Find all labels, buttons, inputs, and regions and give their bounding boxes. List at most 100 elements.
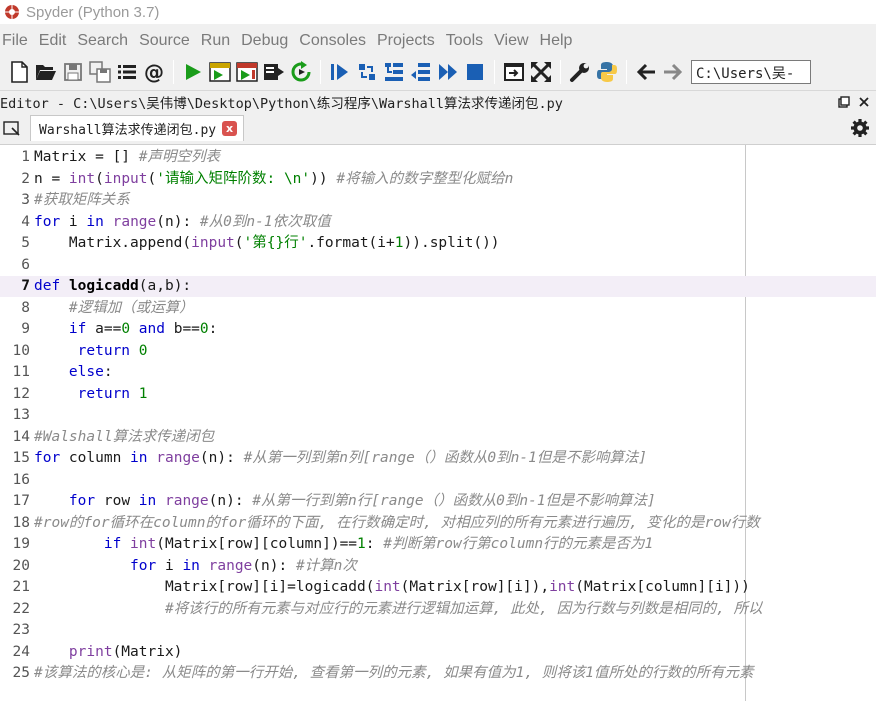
code-line[interactable]: 21 Matrix[row][i]=logicadd(int(Matrix[ro…	[0, 577, 876, 598]
continue-icon[interactable]	[435, 59, 461, 85]
code-line[interactable]: 7 def logicadd(a,b):	[0, 276, 876, 297]
code-line[interactable]: 24 print(Matrix)	[0, 641, 876, 663]
close-tab-icon[interactable]: x	[222, 121, 238, 136]
code-text[interactable]: return 1	[34, 383, 148, 405]
step-into-icon[interactable]	[381, 59, 407, 85]
line-number: 24	[12, 644, 30, 660]
code-text[interactable]: for i in range(n): #计算n次	[34, 555, 357, 577]
code-text[interactable]: for row in range(n): #从第一行到第n行[range（）函数…	[34, 491, 656, 512]
code-line[interactable]: 8 #逻辑加（或运算）	[0, 297, 876, 319]
menu-projects[interactable]: Projects	[375, 32, 441, 50]
undock-icon[interactable]	[838, 95, 850, 108]
editor-tab[interactable]: Warshall算法求传递闭包.py x	[30, 115, 245, 141]
line-number: 16	[12, 472, 30, 488]
step-return-icon[interactable]	[408, 59, 434, 85]
step-icon[interactable]	[354, 59, 380, 85]
code-line[interactable]: 10 return 0	[0, 340, 876, 362]
code-line[interactable]: 17 for row in range(n): #从第一行到第n行[range（…	[0, 491, 876, 512]
title-bar: Spyder (Python 3.7)	[0, 0, 876, 24]
code-text[interactable]: if int(Matrix[row][column])==1: #判断第row行…	[34, 534, 653, 555]
code-text[interactable]: #row的for循环在column的for循环的下面, 在行数确定时, 对相应列…	[34, 512, 760, 534]
menu-edit[interactable]: Edit	[37, 32, 73, 50]
working-directory-input[interactable]: C:\Users\吴-	[691, 60, 811, 84]
code-text[interactable]: #逻辑加（或运算）	[34, 297, 194, 319]
forward-arrow-icon[interactable]	[660, 59, 686, 85]
menu-debug[interactable]: Debug	[239, 32, 294, 50]
rerun-icon[interactable]	[288, 59, 314, 85]
line-number: 1	[21, 149, 30, 165]
toolbar-separator	[173, 60, 174, 84]
code-text[interactable]: return 0	[34, 340, 148, 362]
menu-view[interactable]: View	[492, 32, 534, 50]
code-line[interactable]: 20 for i in range(n): #计算n次	[0, 555, 876, 577]
back-arrow-icon[interactable]	[633, 59, 659, 85]
line-number: 14	[12, 429, 30, 445]
line-number: 6	[21, 257, 30, 273]
code-line[interactable]: 11 else:	[0, 362, 876, 383]
menu-source[interactable]: Source	[137, 32, 196, 50]
code-text[interactable]: Matrix.append(input('第{}行'.format(i+1)).…	[34, 233, 500, 254]
code-line[interactable]: 15 for column in range(n): #从第一列到第n列[rang…	[0, 448, 876, 469]
code-text[interactable]: #将该行的所有元素与对应行的元素进行逻辑加运算, 此处, 因为行数与列数是相同的…	[34, 598, 763, 620]
code-line[interactable]: 1 Matrix = [] #声明空列表	[0, 147, 876, 168]
line-number: 25	[12, 665, 30, 681]
code-text[interactable]: def logicadd(a,b):	[34, 276, 191, 297]
run-selection-icon[interactable]	[261, 59, 287, 85]
save-all-icon[interactable]	[87, 59, 113, 85]
code-text[interactable]: else:	[34, 362, 113, 383]
run-cell-advance-icon[interactable]	[234, 59, 260, 85]
code-line[interactable]: 9 if a==0 and b==0:	[0, 319, 876, 340]
code-line[interactable]: 23	[0, 620, 876, 641]
open-file-icon[interactable]	[33, 59, 59, 85]
code-line[interactable]: 4 for i in range(n): #从0到n-1依次取值	[0, 211, 876, 233]
close-pane-icon[interactable]	[858, 96, 870, 108]
menu-tools[interactable]: Tools	[444, 32, 489, 50]
code-line[interactable]: 25 #该算法的核心是: 从矩阵的第一行开始, 查看第一列的元素, 如果有值为1,…	[0, 663, 876, 684]
run-cell-icon[interactable]	[207, 59, 233, 85]
code-text[interactable]: Matrix = [] #声明空列表	[34, 147, 220, 168]
code-line[interactable]: 19 if int(Matrix[row][column])==1: #判断第r…	[0, 534, 876, 555]
code-text[interactable]: #Walshall算法求传递闭包	[34, 426, 214, 448]
line-number: 20	[12, 558, 30, 574]
debug-icon[interactable]	[327, 59, 353, 85]
fullscreen-icon[interactable]	[528, 59, 554, 85]
run-icon[interactable]	[180, 59, 206, 85]
python-icon[interactable]	[594, 59, 620, 85]
code-line[interactable]: 18 #row的for循环在column的for循环的下面, 在行数确定时, 对相…	[0, 512, 876, 534]
code-area[interactable]: 1 Matrix = [] #声明空列表 2 n = int(input('请输入矩阵…	[0, 147, 876, 684]
code-line[interactable]: 22 #将该行的所有元素与对应行的元素进行逻辑加运算, 此处, 因为行数与列数是…	[0, 598, 876, 620]
menu-help[interactable]: Help	[538, 32, 579, 50]
browse-tabs-icon[interactable]	[0, 116, 24, 140]
gear-icon[interactable]	[850, 118, 870, 138]
menu-file[interactable]: File	[0, 32, 34, 50]
code-line[interactable]: 6	[0, 254, 876, 276]
menu-run[interactable]: Run	[199, 32, 236, 50]
code-line[interactable]: 14 #Walshall算法求传递闭包	[0, 426, 876, 448]
code-line[interactable]: 2n = int(input('请输入矩阵阶数: \n')) #将输入的数字整型…	[0, 168, 876, 190]
code-text[interactable]: #获取矩阵关系	[34, 190, 130, 211]
menu-search[interactable]: Search	[75, 32, 134, 50]
toolbar-separator	[626, 60, 627, 84]
code-line[interactable]: 3 #获取矩阵关系	[0, 190, 876, 211]
new-file-icon[interactable]	[6, 59, 32, 85]
toolbar-separator	[494, 60, 495, 84]
code-editor[interactable]: 1 Matrix = [] #声明空列表 2 n = int(input('请输入矩阵…	[0, 144, 876, 701]
code-text[interactable]: for column in range(n): #从第一列到第n列[range（…	[34, 448, 647, 469]
code-text[interactable]: Matrix[row][i]=logicadd(int(Matrix[row][…	[34, 577, 750, 598]
maximize-pane-icon[interactable]	[501, 59, 527, 85]
code-line[interactable]: 12 return 1	[0, 383, 876, 405]
menu-consoles[interactable]: Consoles	[297, 32, 372, 50]
outline-icon[interactable]	[114, 59, 140, 85]
code-line[interactable]: 13	[0, 405, 876, 426]
at-icon[interactable]: @	[141, 59, 167, 85]
wrench-icon[interactable]	[567, 59, 593, 85]
code-text[interactable]: if a==0 and b==0:	[34, 319, 217, 340]
save-icon[interactable]	[60, 59, 86, 85]
stop-icon[interactable]	[462, 59, 488, 85]
code-text[interactable]: print(Matrix)	[34, 641, 183, 663]
code-text[interactable]: for i in range(n): #从0到n-1依次取值	[34, 211, 331, 233]
code-line[interactable]: 5 Matrix.append(input('第{}行'.format(i+1)…	[0, 233, 876, 254]
code-line[interactable]: 16	[0, 469, 876, 491]
code-text[interactable]: #该算法的核心是: 从矩阵的第一行开始, 查看第一列的元素, 如果有值为1, 则…	[34, 663, 754, 684]
code-text[interactable]: n = int(input('请输入矩阵阶数: \n')) #将输入的数字整型化…	[34, 168, 513, 190]
